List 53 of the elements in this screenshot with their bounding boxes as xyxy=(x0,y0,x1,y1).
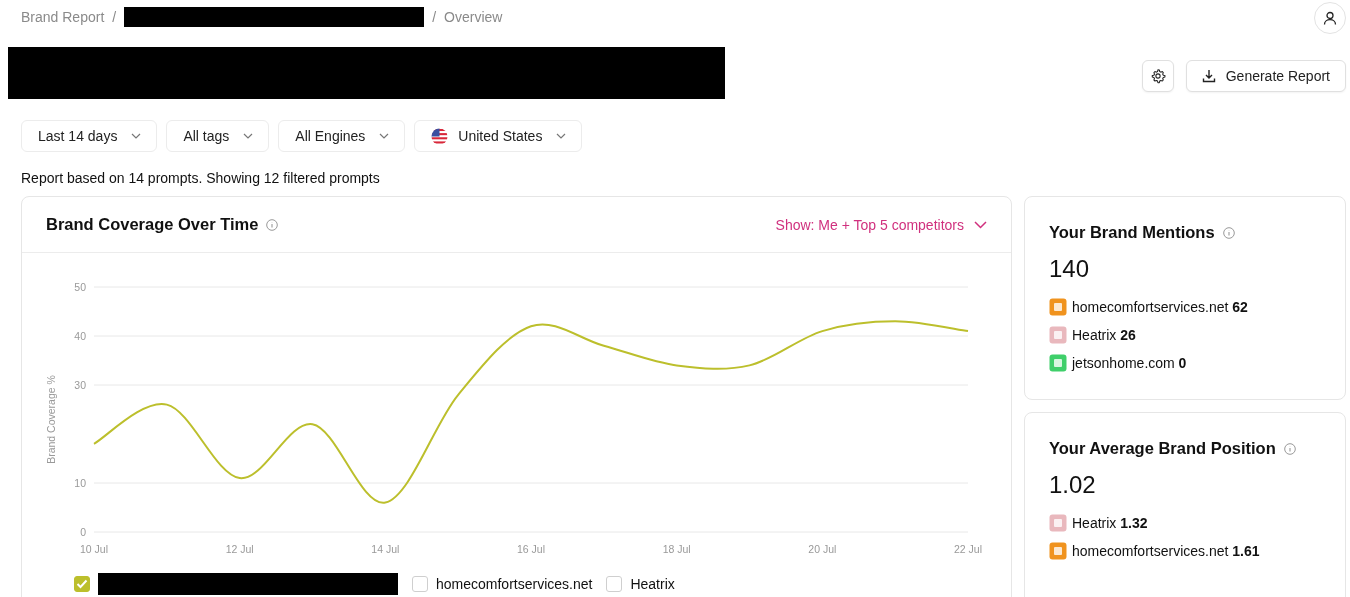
legend-checkbox[interactable] xyxy=(74,576,90,592)
brand-metric: homecomfortservices.net 62 xyxy=(1072,299,1248,315)
x-tick-label: 12 Jul xyxy=(225,543,254,555)
flag-icon xyxy=(431,127,449,145)
brand-metric: jetsonhome.com 0 xyxy=(1072,355,1187,371)
info-icon xyxy=(1222,226,1235,239)
card-title: Brand Coverage Over Time xyxy=(46,215,259,234)
breadcrumb-separator: / xyxy=(112,8,117,25)
breadcrumb-current: Overview xyxy=(444,8,503,25)
legend-label: homecomfortservices.net xyxy=(436,576,593,592)
summary-text: Report based on 14 prompts. Showing 12 filtered prompts xyxy=(21,170,381,186)
y-tick-label: 0 xyxy=(80,525,86,538)
y-axis-title: Brand Coverage % xyxy=(45,375,57,464)
stat-value: 140 xyxy=(1049,255,1091,283)
generate-report-button[interactable]: Generate Report xyxy=(1185,60,1346,92)
user-icon xyxy=(1323,10,1337,25)
brand-metric: Heatrix 1.32 xyxy=(1072,515,1148,531)
info-icon xyxy=(266,218,279,231)
y-tick-label: 50 xyxy=(74,280,86,293)
y-tick-label: 30 xyxy=(74,378,86,391)
x-tick-label: 10 Jul xyxy=(80,543,108,555)
download-icon xyxy=(1201,69,1216,83)
info-icon xyxy=(1283,442,1296,455)
chevron-down-icon xyxy=(243,133,254,139)
stat-value: 1.02 xyxy=(1049,471,1097,499)
y-tick-label: 10 xyxy=(74,476,86,489)
filter-dropdown[interactable]: All tags xyxy=(166,120,270,152)
x-tick-label: 22 Jul xyxy=(954,543,982,555)
x-tick-label: 20 Jul xyxy=(808,543,837,555)
settings-icon xyxy=(1149,68,1166,84)
brand-metric: homecomfortservices.net 1.61 xyxy=(1072,543,1260,559)
chevron-down-icon xyxy=(131,133,142,139)
filter-dropdown[interactable]: United States xyxy=(414,120,583,152)
legend-checkbox[interactable] xyxy=(606,576,623,592)
y-tick-label: 40 xyxy=(74,329,86,342)
show-selector[interactable]: Show: Me + Top 5 competitors xyxy=(775,216,987,233)
chevron-down-icon xyxy=(379,133,390,139)
chevron-down-icon xyxy=(974,220,987,229)
legend-checkbox[interactable] xyxy=(412,576,428,592)
card-title: Your Average Brand Position xyxy=(1049,439,1276,458)
user-button[interactable] xyxy=(1314,1,1346,34)
x-tick-label: 14 Jul xyxy=(371,543,400,555)
settings-button[interactable] xyxy=(1141,60,1174,92)
chevron-down-icon xyxy=(556,133,567,139)
filter-dropdown[interactable]: All Engines xyxy=(278,120,406,152)
legend-label: Heatrix xyxy=(630,576,675,592)
card-title: Your Brand Mentions xyxy=(1049,223,1215,242)
brand-metric: Heatrix 26 xyxy=(1072,327,1136,343)
x-tick-label: 16 Jul xyxy=(517,543,545,555)
x-tick-label: 18 Jul xyxy=(662,543,691,555)
breadcrumb-separator: / xyxy=(432,8,437,25)
filter-dropdown[interactable]: Last 14 days xyxy=(21,120,158,152)
breadcrumb-link[interactable]: Brand Report xyxy=(21,8,105,25)
